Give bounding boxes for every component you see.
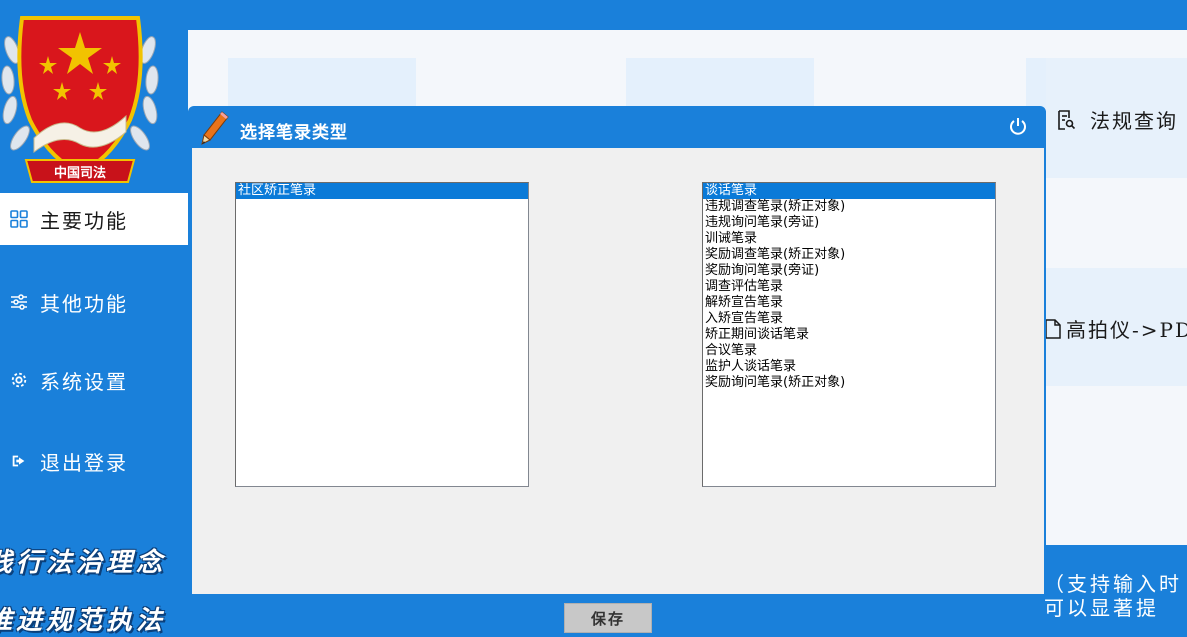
list-item[interactable]: 违规询问笔录(旁证) [703,215,995,231]
power-icon[interactable] [1008,116,1028,136]
list-item[interactable]: 奖励调查笔录(矫正对象) [703,247,995,263]
list-item[interactable]: 解矫宣告笔录 [703,295,995,311]
dialog-body: 社区矫正笔录 谈话笔录 违规调查笔录(矫正对象) 违规询问笔录(旁证) 训诫笔录 奖励调… [192,148,1044,594]
sidebar-item-label: 主要功能 [40,208,128,233]
sidebar-item-system-settings[interactable]: 系统设置 [0,354,188,406]
list-item[interactable]: 谈话笔录 [703,183,995,199]
sidebar-item-label: 退出登录 [40,450,128,475]
gear-icon [8,369,30,391]
list-item[interactable]: 监护人谈话笔录 [703,359,995,375]
dialog-title: 选择笔录类型 [240,123,348,143]
justice-emblem-icon: 中国司法 [1,16,159,183]
list-item[interactable]: 矫正期间谈话笔录 [703,327,995,343]
file-icon [1044,318,1062,340]
list-item[interactable]: 训诫笔录 [703,231,995,247]
list-item[interactable]: 入矫宣告笔录 [703,311,995,327]
sidebar-item-logout[interactable]: 退出登录 [0,435,188,487]
regulation-query-label: 法规查询 [1090,109,1178,133]
scanner-pdf-link[interactable]: 高拍仪->PDF [1044,314,1187,343]
hint-line-2: 可以显著提 [1044,596,1159,620]
select-record-type-dialog: 选择笔录类型 社区矫正笔录 谈话笔录 违规调查笔录(矫正对象) 违规询问笔录(旁证)… [188,106,1046,596]
list-item[interactable]: 违规调查笔录(矫正对象) [703,199,995,215]
list-item[interactable]: 奖励询问笔录(旁证) [703,263,995,279]
sidebar-item-other-functions[interactable]: 其他功能 [0,276,188,328]
sidebar-item-label: 其他功能 [40,291,128,316]
list-item[interactable]: 合议笔录 [703,343,995,359]
slogan-line-2: 推进规范执法 [0,606,167,636]
feature-card[interactable] [228,58,416,108]
sidebar-item-main-functions[interactable]: 主要功能 [0,193,188,245]
scanner-pdf-label: 高拍仪->PDF [1066,318,1187,342]
sidebar: 中国司法 主要功能 其他功能 系统设置 退出登录 践行法治理念 推进规范执法 [0,0,188,637]
list-item[interactable]: 奖励询问笔录(矫正对象) [703,375,995,391]
emblem-text: 中国司法 [54,165,106,181]
record-type-list[interactable]: 谈话笔录 违规调查笔录(矫正对象) 违规询问笔录(旁证) 训诫笔录 奖励调查笔录(矫正对… [702,182,996,487]
document-search-icon [1056,109,1076,131]
record-category-list[interactable]: 社区矫正笔录 [235,182,529,487]
sliders-icon [8,291,30,313]
list-item[interactable]: 社区矫正笔录 [236,183,528,199]
logout-icon [8,450,30,472]
sidebar-item-label: 系统设置 [40,369,128,394]
list-item[interactable]: 调查评估笔录 [703,279,995,295]
pencil-icon [201,111,229,145]
feature-card[interactable] [626,58,814,108]
regulation-query-link[interactable]: 法规查询 [1056,105,1178,134]
grid-icon [8,208,30,230]
save-button[interactable]: 保存 [564,603,652,633]
slogan-line-1: 践行法治理念 [0,548,167,578]
